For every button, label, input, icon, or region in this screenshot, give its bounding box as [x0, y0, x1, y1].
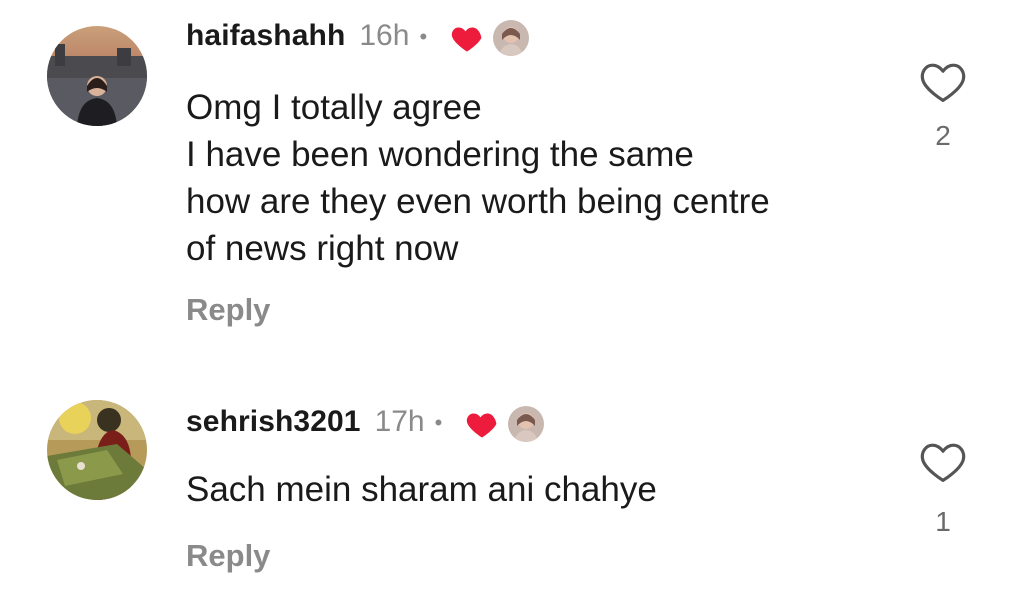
comment-item: haifashahh 16h • Omg I totally agree I h…: [0, 0, 1024, 360]
like-button[interactable]: 1: [913, 440, 973, 538]
comment-text: Sach mein sharam ani chahye: [186, 466, 657, 513]
comment-line: Omg I totally agree: [186, 88, 482, 127]
author-avatar: [508, 406, 545, 442]
comment-line: of news right now: [186, 229, 459, 268]
heart-outline-icon[interactable]: [913, 60, 973, 104]
separator-dot: •: [434, 410, 443, 435]
avatar[interactable]: [47, 26, 147, 126]
comment-header: haifashahh 16h •: [186, 18, 530, 56]
avatar[interactable]: [47, 400, 147, 500]
like-button[interactable]: 2: [913, 60, 973, 152]
comment-header: sehrish3201 17h •: [186, 404, 545, 442]
timestamp: 16h: [359, 19, 410, 52]
like-count: 1: [935, 506, 951, 537]
reply-button[interactable]: Reply: [186, 292, 270, 328]
like-count: 2: [935, 120, 951, 151]
comment-text: Omg I totally agree I have been wonderin…: [186, 84, 770, 272]
heart-icon: [449, 20, 485, 56]
author-avatar: [493, 20, 530, 56]
username[interactable]: haifashahh: [186, 19, 345, 53]
comment-line: Sach mein sharam ani chahye: [186, 470, 657, 509]
heart-outline-icon[interactable]: [913, 440, 973, 484]
heart-icon: [464, 406, 500, 442]
comment-line: I have been wondering the same: [186, 135, 694, 174]
comment-item: sehrish3201 17h • Sach mein sharam ani c…: [0, 390, 1024, 590]
timestamp: 17h: [374, 405, 425, 438]
reply-button[interactable]: Reply: [186, 538, 270, 574]
separator-dot: •: [419, 24, 428, 49]
comment-line: how are they even worth being centre: [186, 182, 770, 221]
username[interactable]: sehrish3201: [186, 405, 361, 439]
